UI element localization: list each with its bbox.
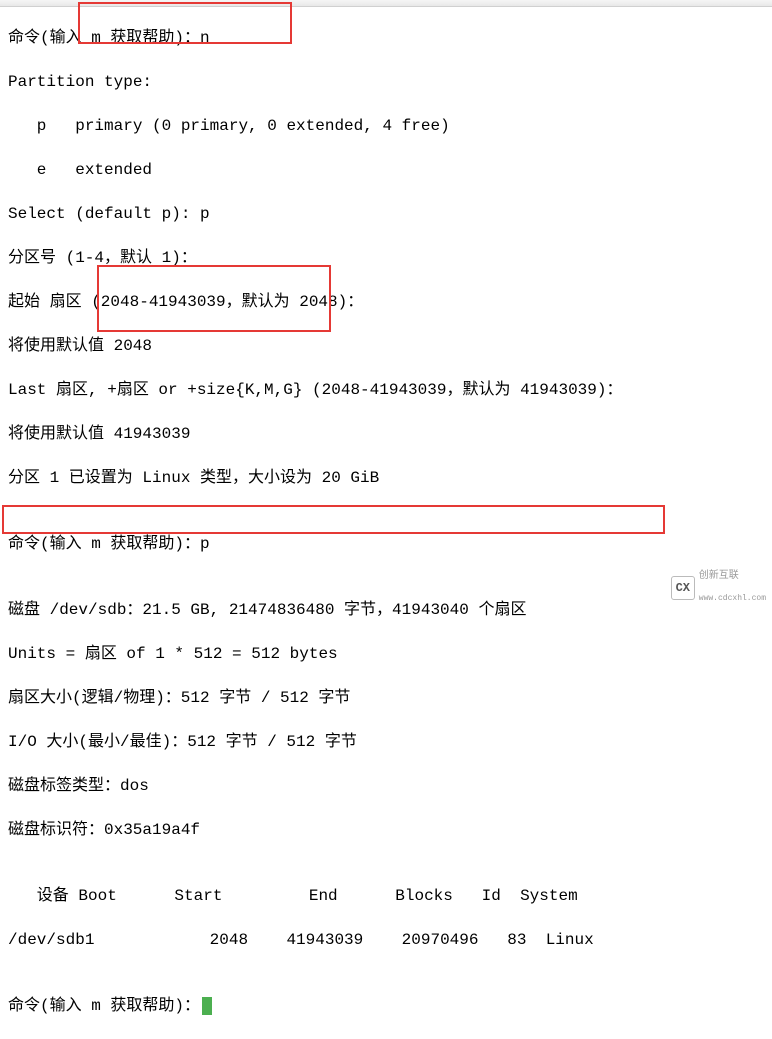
output-line: Units = 扇区 of 1 * 512 = 512 bytes xyxy=(8,643,622,665)
output-line: 磁盘标识符：0x35a19a4f xyxy=(8,819,622,841)
output-line: e extended xyxy=(8,159,622,181)
output-line: 分区 1 已设置为 Linux 类型，大小设为 20 GiB xyxy=(8,467,622,489)
output-line: 分区号 (1-4，默认 1)： xyxy=(8,247,622,269)
terminal-cursor[interactable] xyxy=(202,997,212,1015)
output-line: 磁盘 /dev/sdb：21.5 GB, 21474836480 字节，4194… xyxy=(8,599,622,621)
watermark-url: www.cdcxhl.com xyxy=(699,588,766,610)
output-line: p primary (0 primary, 0 extended, 4 free… xyxy=(8,115,622,137)
user-input: p xyxy=(200,205,210,223)
table-header: 设备 Boot Start End Blocks Id System xyxy=(8,885,622,907)
user-input: p xyxy=(200,535,210,553)
output-line: Partition type: xyxy=(8,71,622,93)
user-input: n xyxy=(200,29,210,47)
terminal-output: 命令(输入 m 获取帮助)：n Partition type: p primar… xyxy=(8,5,622,1039)
watermark-logo-icon: CX xyxy=(671,576,695,600)
watermark-brand: 创新互联 xyxy=(699,566,766,588)
output-line: Last 扇区, +扇区 or +size{K,M,G} (2048-41943… xyxy=(8,379,622,401)
output-line: 磁盘标签类型：dos xyxy=(8,775,622,797)
prompt-text: 命令(输入 m 获取帮助)： xyxy=(8,535,200,553)
output-line: 将使用默认值 41943039 xyxy=(8,423,622,445)
prompt-text: 命令(输入 m 获取帮助)： xyxy=(8,997,200,1015)
prompt-text: 命令(输入 m 获取帮助)： xyxy=(8,29,200,47)
output-line: I/O 大小(最小/最佳)：512 字节 / 512 字节 xyxy=(8,731,622,753)
output-line: 扇区大小(逻辑/物理)：512 字节 / 512 字节 xyxy=(8,687,622,709)
prompt-text: Select (default p): xyxy=(8,205,200,223)
table-row: /dev/sdb1 2048 41943039 20970496 83 Linu… xyxy=(8,929,622,951)
output-line: 起始 扇区 (2048-41943039，默认为 2048)： xyxy=(8,291,622,313)
watermark: CX 创新互联 www.cdcxhl.com xyxy=(671,566,766,610)
output-line: 将使用默认值 2048 xyxy=(8,335,622,357)
